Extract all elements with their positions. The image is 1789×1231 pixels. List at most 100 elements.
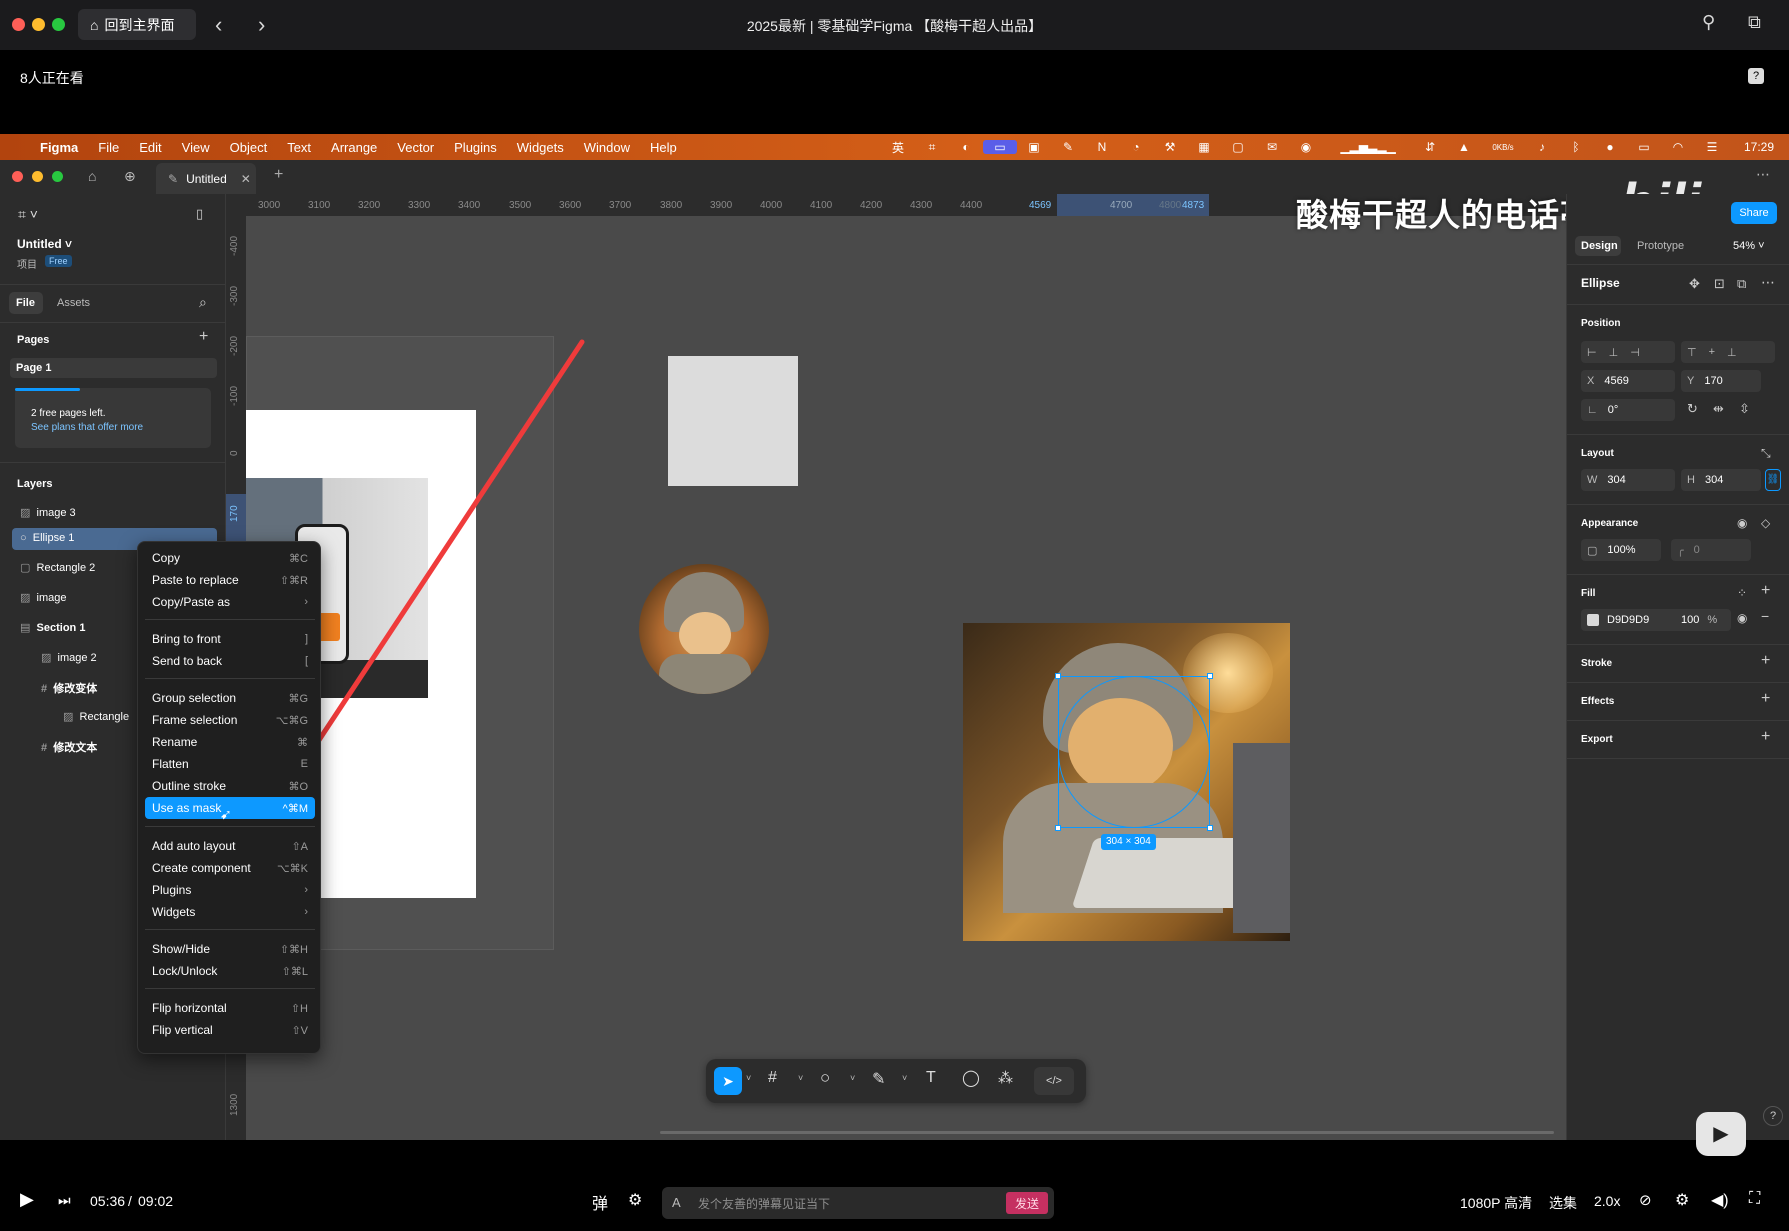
layer-section-1[interactable]: ▤ Section 1 <box>20 621 85 634</box>
tv-mascot-play-icon[interactable]: ▶ <box>1696 1112 1746 1156</box>
fill-row[interactable]: D9D9D9 100 % <box>1581 609 1731 631</box>
visibility-eye-icon[interactable]: ◉ <box>1737 516 1747 530</box>
menu-item-plugins[interactable]: Plugins › <box>145 879 315 901</box>
menu-arrange[interactable]: Arrange <box>321 140 387 155</box>
chevron-down-icon[interactable]: ˅ <box>850 1073 855 1083</box>
menu-plugins[interactable]: Plugins <box>444 140 507 155</box>
monitor-icon[interactable]: ▣ <box>1017 140 1051 154</box>
layer-image[interactable]: ▨ image <box>20 591 67 604</box>
actions-tool-icon[interactable]: ⁂ <box>998 1069 1013 1087</box>
layer-variant-edit[interactable]: # 修改变体 <box>41 680 97 696</box>
menu-item-flatten[interactable]: Flatten E <box>145 753 315 775</box>
menu-item-flip-horizontal[interactable]: Flip horizontal ⇧H <box>145 997 315 1019</box>
pin-icon[interactable]: ⚲ <box>1702 12 1715 33</box>
share-button[interactable]: Share <box>1731 202 1777 224</box>
width-input[interactable]: W 304 <box>1581 469 1675 491</box>
battery-icon[interactable]: ▭ <box>1627 140 1661 154</box>
menu-window[interactable]: Window <box>574 140 640 155</box>
align-right-icon[interactable]: ⊣ <box>1630 346 1640 359</box>
comment-tool-icon[interactable]: ◯ <box>962 1068 980 1088</box>
menu-help[interactable]: Help <box>640 140 687 155</box>
styles-grid-icon[interactable]: ⁘ <box>1737 586 1747 600</box>
menu-item-frame-selection[interactable]: Frame selection ⌥⌘G <box>145 709 315 731</box>
rotate-90-icon[interactable]: ↻ <box>1687 401 1698 417</box>
opacity-input[interactable]: ▢ 100% <box>1581 539 1661 561</box>
input-method-icon[interactable]: 英 <box>881 139 915 156</box>
danmaku-toggle-icon[interactable]: 弹 <box>592 1190 608 1214</box>
tab-file[interactable]: File <box>16 297 35 309</box>
project-label[interactable]: 项目 <box>17 256 37 271</box>
file-tab[interactable]: ✎ Untitled ✕ <box>156 163 256 194</box>
figma-tray-icon[interactable]: ⌗ <box>915 140 949 155</box>
screen-share-icon[interactable]: ▭ <box>983 140 1017 154</box>
add-effect-icon[interactable]: + <box>1761 690 1770 708</box>
menu-item-send-to-back[interactable]: Send to back[ <box>145 650 315 672</box>
align-center-h-icon[interactable]: ⊥ <box>1609 346 1619 359</box>
menu-item-create-component[interactable]: Create component ⌥⌘K <box>145 857 315 879</box>
tab-design[interactable]: Design <box>1581 240 1618 252</box>
menu-item-outline-stroke[interactable]: Outline stroke ⌘O <box>145 775 315 797</box>
layer-ellipse-1[interactable]: ○ Ellipse 1 <box>20 532 74 544</box>
subtitle-off-icon[interactable]: ⊘ <box>1639 1191 1652 1209</box>
menu-edit[interactable]: Edit <box>129 140 171 155</box>
help-icon[interactable]: ? <box>1763 1106 1783 1126</box>
menu-vector[interactable]: Vector <box>387 140 444 155</box>
community-globe-icon[interactable]: ⊕ <box>124 168 136 185</box>
align-bottom-icon[interactable]: ⊥ <box>1727 346 1737 359</box>
toggle-sidebar-icon[interactable]: ▯ <box>196 206 203 222</box>
menu-item-show-hide[interactable]: Show/Hide ⇧⌘H <box>145 938 315 960</box>
corner-radius-input[interactable]: ╭ 0 <box>1671 539 1751 561</box>
picture-in-picture-icon[interactable]: ⧉ <box>1748 12 1761 33</box>
add-export-icon[interactable]: + <box>1761 728 1770 746</box>
qq-icon[interactable]: ◉ <box>1289 140 1323 154</box>
bluetooth-icon[interactable]: ᛒ <box>1559 140 1593 154</box>
notion-icon[interactable]: N <box>1085 140 1119 154</box>
menu-item-add-auto-layout[interactable]: Add auto layout ⇧A <box>145 835 315 857</box>
danmaku-style-icon[interactable]: A <box>672 1195 681 1210</box>
figma-zoom-button[interactable] <box>52 171 63 182</box>
danmaku-settings-icon[interactable]: ⚙ <box>628 1190 642 1210</box>
add-fill-icon[interactable]: + <box>1761 582 1770 600</box>
figma-home-icon[interactable]: ⌂ <box>88 168 96 184</box>
constrain-proportions-icon[interactable]: ⛓ <box>1765 469 1781 491</box>
playback-speed[interactable]: 2.0x <box>1594 1193 1620 1209</box>
window-icon[interactable]: ▢ <box>1221 140 1255 154</box>
menu-item-flip-vertical[interactable]: Flip vertical ⇧V <box>145 1019 315 1041</box>
app-tray-icon[interactable]: ◐ <box>949 140 983 154</box>
menu-figma[interactable]: Figma <box>30 140 88 155</box>
volume-icon[interactable]: ♪ <box>1525 140 1559 154</box>
vpn-icon[interactable]: ⇵ <box>1413 140 1447 154</box>
layer-rectangle-2[interactable]: ▢ Rectangle 2 <box>20 561 95 574</box>
grid-icon[interactable]: ▦ <box>1187 140 1221 154</box>
plans-link[interactable]: See plans that offer more <box>31 422 143 433</box>
more-options-icon[interactable]: ⋯ <box>1761 274 1775 291</box>
add-stroke-icon[interactable]: + <box>1761 652 1770 670</box>
remove-fill-icon[interactable]: − <box>1761 608 1769 624</box>
menu-view[interactable]: View <box>172 140 220 155</box>
menu-item-copy-paste-as[interactable]: Copy/Paste as › <box>145 591 315 613</box>
episodes-button[interactable]: 选集 <box>1549 1193 1577 1213</box>
masked-dog-circle-image[interactable] <box>639 564 769 694</box>
zoom-level[interactable]: 54% ˅ <box>1733 240 1765 252</box>
menu-text[interactable]: Text <box>277 140 321 155</box>
menu-object[interactable]: Object <box>220 140 278 155</box>
menu-item-paste-to-replace[interactable]: Paste to replace ⇧⌘R <box>145 569 315 591</box>
next-icon[interactable]: ⏭ <box>58 1192 71 1209</box>
resize-handle[interactable] <box>1055 825 1061 831</box>
send-danmaku-button[interactable]: 发送 <box>1006 1192 1048 1214</box>
chevron-down-icon[interactable]: ˅ <box>798 1073 803 1083</box>
main-menu-icon[interactable]: ⌗ ˅ <box>18 206 38 223</box>
pen-icon[interactable]: ✎ <box>1051 140 1085 154</box>
figma-close-button[interactable] <box>12 171 23 182</box>
tab-prototype[interactable]: Prototype <box>1637 240 1684 252</box>
layout-resize-icon[interactable]: ⤡ <box>1761 446 1771 461</box>
settings-gear-icon[interactable]: ⚙ <box>1675 1190 1689 1210</box>
height-input[interactable]: H 304 <box>1681 469 1761 491</box>
resize-handle[interactable] <box>1055 673 1061 679</box>
chevron-down-icon[interactable]: ˅ <box>902 1073 907 1083</box>
add-page-icon[interactable]: + <box>199 328 208 346</box>
fill-swatch[interactable] <box>1587 614 1599 626</box>
align-top-icon[interactable]: ⊤ <box>1687 346 1697 359</box>
new-tab-icon[interactable]: + <box>274 166 283 184</box>
chevron-down-icon[interactable]: ˅ <box>746 1073 751 1083</box>
